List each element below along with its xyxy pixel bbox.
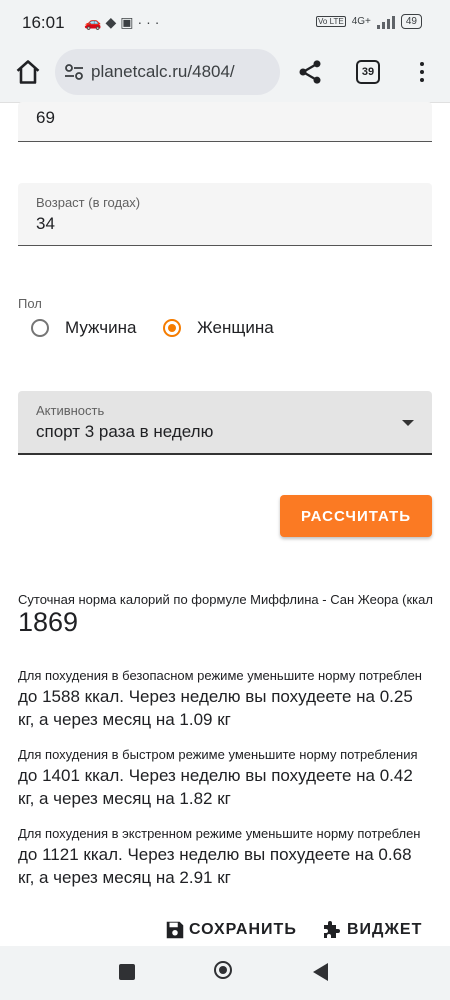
advice-caption: Для похудения в быстром режиме уменьшите… xyxy=(18,747,418,762)
calculate-button[interactable]: РАССЧИТАТЬ xyxy=(280,495,432,537)
weight-value: 69 xyxy=(36,108,55,127)
address-bar[interactable]: planetcalc.ru/4804/ xyxy=(55,49,280,95)
share-icon[interactable] xyxy=(296,58,324,86)
advice-text: до 1588 ккал. Через неделю вы похудеете … xyxy=(18,687,413,729)
widget-button[interactable]: ВИДЖЕТ xyxy=(320,915,422,945)
car-icon: 🚗 xyxy=(84,14,106,30)
gender-option-label: Мужчина xyxy=(65,318,137,337)
advice-safe: Для похудения в безопасном режиме уменьш… xyxy=(18,668,450,731)
advice-text: до 1121 ккал. Через неделю вы похудеете … xyxy=(18,845,412,887)
activity-label: Активность xyxy=(36,403,105,418)
status-bar: 16:01 🚗◆▣··· Vo LTE 4G+ 49 xyxy=(0,0,450,46)
puzzle-icon: ◆ xyxy=(105,14,121,30)
save-icon xyxy=(166,921,184,939)
photo-icon: ▣ xyxy=(120,14,138,30)
activity-select[interactable]: Активность спорт 3 раза в неделю xyxy=(18,391,432,455)
radio-unchecked-icon xyxy=(31,319,49,337)
volte-icon: Vo LTE xyxy=(316,16,346,27)
advice-text: до 1401 ккал. Через неделю вы похудеете … xyxy=(18,766,413,808)
age-field[interactable]: Возраст (в годах) 34 xyxy=(18,183,432,246)
puzzle-icon xyxy=(324,921,340,938)
result-caption: Суточная норма калорий по формуле Миффли… xyxy=(18,592,433,607)
home-circle-icon[interactable] xyxy=(214,961,232,979)
gender-option-label: Женщина xyxy=(197,318,274,337)
advice-extreme: Для похудения в экстренном режиме уменьш… xyxy=(18,826,450,889)
advice-fast: Для похудения в быстром режиме уменьшите… xyxy=(18,747,450,810)
radio-checked-icon xyxy=(163,319,181,337)
age-label: Возраст (в годах) xyxy=(36,195,141,210)
system-nav-bar xyxy=(0,946,450,1000)
network-type: 4G+ xyxy=(351,16,371,27)
recents-icon[interactable] xyxy=(119,964,135,980)
weight-field[interactable]: 69 xyxy=(18,102,432,142)
dropdown-arrow-icon xyxy=(402,420,414,426)
more-menu-icon[interactable] xyxy=(414,58,430,86)
tab-switcher-button[interactable]: 39 xyxy=(356,60,380,84)
save-label: СОХРАНИТЬ xyxy=(189,921,297,938)
site-settings-icon[interactable] xyxy=(64,63,84,81)
status-right: Vo LTE 4G+ 49 xyxy=(316,14,422,29)
activity-value: спорт 3 раза в неделю xyxy=(36,422,214,441)
home-icon[interactable] xyxy=(14,58,42,86)
notification-icons: 🚗◆▣··· xyxy=(84,14,163,31)
url-text: planetcalc.ru/4804/ xyxy=(91,62,235,81)
advice-caption: Для похудения в безопасном режиме уменьш… xyxy=(18,668,422,683)
age-value: 34 xyxy=(36,214,55,233)
signal-icon xyxy=(376,15,395,29)
status-time: 16:01 xyxy=(22,13,65,32)
battery-icon: 49 xyxy=(400,14,422,29)
gender-option-male[interactable]: Мужчина xyxy=(31,314,136,342)
result-value: 1869 xyxy=(18,607,79,637)
back-icon[interactable] xyxy=(313,963,328,981)
advice-caption: Для похудения в экстренном режиме уменьш… xyxy=(18,826,421,841)
widget-label: ВИДЖЕТ xyxy=(347,921,423,938)
gender-label: Пол xyxy=(18,296,42,311)
browser-toolbar: planetcalc.ru/4804/ 39 xyxy=(0,46,450,103)
save-button[interactable]: СОХРАНИТЬ xyxy=(164,915,297,945)
more-dots-icon: ··· xyxy=(137,14,164,30)
gender-option-female[interactable]: Женщина xyxy=(163,314,274,342)
